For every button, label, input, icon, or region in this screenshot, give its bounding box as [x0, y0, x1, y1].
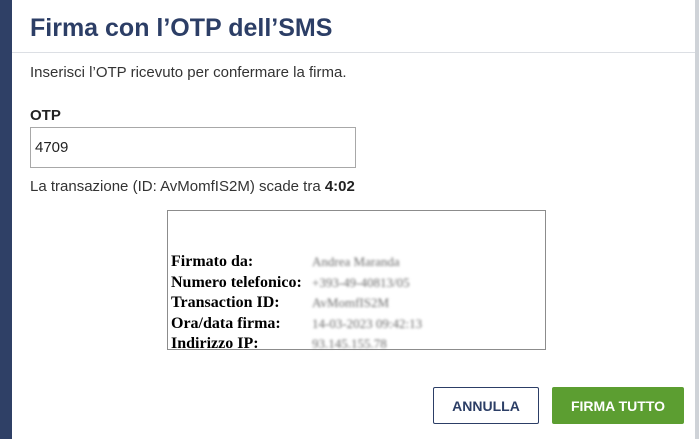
dialog-title: Firma con l’OTP dell’SMS — [30, 14, 333, 42]
transaction-id-label: Transaction ID: — [171, 294, 280, 311]
phone-value: +393-49-40813/05 — [312, 274, 410, 290]
ip-address-value: 93.145.155.78 — [312, 336, 387, 351]
signature-details: Firmato da: Andrea Maranda Numero telefo… — [171, 252, 422, 355]
ip-address-label: Indirizzo IP: — [171, 335, 259, 352]
signer-value: Andrea Maranda — [312, 254, 400, 269]
transaction-expiry-text: La transazione (ID: AvMomfIS2M) scade tr… — [30, 178, 355, 195]
phone-label: Numero telefonico: — [171, 273, 302, 291]
background-sidebar — [0, 0, 12, 439]
cancel-button[interactable]: ANNULLA — [433, 387, 539, 424]
otp-input[interactable] — [30, 127, 356, 168]
signer-label: Firmato da: — [171, 253, 254, 270]
title-divider — [12, 52, 695, 53]
instructions-text: Inserisci l’OTP ricevuto per confermare … — [30, 64, 347, 81]
expiry-countdown: 4:02 — [324, 178, 355, 195]
timestamp-value: 14-03-2023 09:42:13 — [312, 315, 423, 331]
signature-preview: Firmato da: Andrea Maranda Numero telefo… — [167, 210, 546, 352]
transaction-id-value: AvMomfIS2M — [312, 295, 390, 310]
expiry-prefix: La transazione (ID: AvMomfIS2M) scade tr… — [30, 178, 325, 195]
timestamp-label: Ora/data firma: — [171, 314, 281, 332]
otp-sign-dialog: Firma con l’OTP dell’SMS Inserisci l’OTP… — [12, 0, 695, 439]
background-edge — [695, 0, 699, 439]
sign-all-button[interactable]: FIRMA TUTTO — [552, 387, 684, 424]
otp-label: OTP — [30, 107, 61, 124]
